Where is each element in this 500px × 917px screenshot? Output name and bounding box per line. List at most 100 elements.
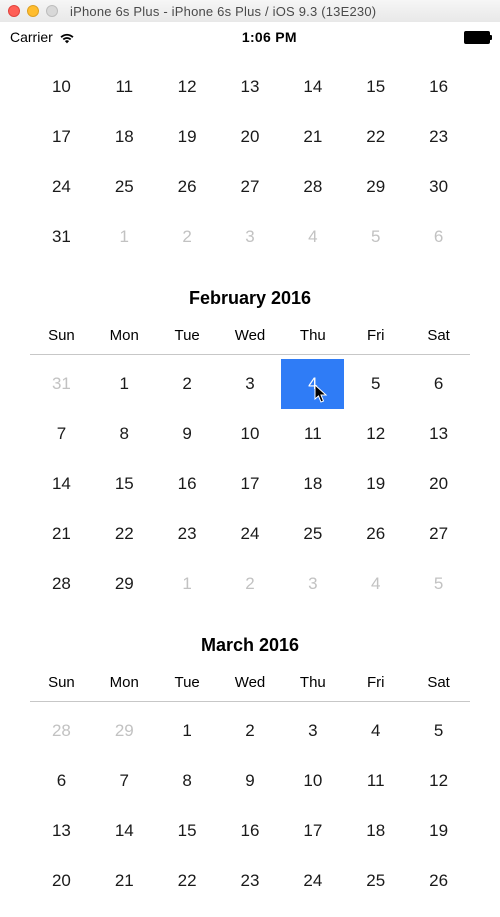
day-cell[interactable]: 8 bbox=[93, 409, 156, 459]
day-cell[interactable]: 30 bbox=[407, 162, 470, 212]
day-cell[interactable]: 17 bbox=[219, 459, 282, 509]
day-cell[interactable]: 23 bbox=[219, 856, 282, 906]
day-cell[interactable]: 14 bbox=[281, 62, 344, 112]
day-cell[interactable]: 2 bbox=[407, 906, 470, 917]
window-zoom-button[interactable] bbox=[46, 5, 58, 17]
day-cell[interactable]: 11 bbox=[344, 756, 407, 806]
day-cell[interactable]: 4 bbox=[344, 559, 407, 609]
day-cell[interactable]: 31 bbox=[30, 359, 93, 409]
day-cell[interactable]: 31 bbox=[281, 906, 344, 917]
day-cell[interactable]: 17 bbox=[30, 112, 93, 162]
day-cell[interactable]: 3 bbox=[219, 212, 282, 262]
day-cell[interactable]: 27 bbox=[219, 162, 282, 212]
day-cell[interactable]: 24 bbox=[30, 162, 93, 212]
day-cell[interactable]: 18 bbox=[344, 806, 407, 856]
window-close-button[interactable] bbox=[8, 5, 20, 17]
day-cell[interactable]: 6 bbox=[30, 756, 93, 806]
day-cell[interactable]: 13 bbox=[407, 409, 470, 459]
day-cell[interactable]: 15 bbox=[344, 62, 407, 112]
day-cell[interactable]: 2 bbox=[219, 559, 282, 609]
day-cell[interactable]: 6 bbox=[407, 359, 470, 409]
day-cell[interactable]: 12 bbox=[156, 62, 219, 112]
day-cell[interactable]: 17 bbox=[281, 806, 344, 856]
day-cell[interactable]: 30 bbox=[219, 906, 282, 917]
day-cell[interactable]: 28 bbox=[30, 559, 93, 609]
day-cell[interactable]: 16 bbox=[407, 62, 470, 112]
day-cell[interactable]: 15 bbox=[93, 459, 156, 509]
day-cell[interactable]: 24 bbox=[281, 856, 344, 906]
day-cell[interactable]: 24 bbox=[219, 509, 282, 559]
day-cell[interactable]: 12 bbox=[344, 409, 407, 459]
day-cell[interactable]: 4 bbox=[281, 212, 344, 262]
day-cell[interactable]: 16 bbox=[156, 459, 219, 509]
day-cell[interactable]: 1 bbox=[344, 906, 407, 917]
day-cell[interactable]: 28 bbox=[30, 706, 93, 756]
day-cell[interactable]: 12 bbox=[407, 756, 470, 806]
day-cell[interactable]: 9 bbox=[156, 409, 219, 459]
day-cell[interactable]: 11 bbox=[281, 409, 344, 459]
day-cell[interactable]: 20 bbox=[219, 112, 282, 162]
day-cell[interactable]: 21 bbox=[281, 112, 344, 162]
day-cell[interactable]: 18 bbox=[93, 112, 156, 162]
day-cell[interactable]: 18 bbox=[281, 459, 344, 509]
day-cell[interactable]: 21 bbox=[93, 856, 156, 906]
day-cell[interactable]: 28 bbox=[93, 906, 156, 917]
day-cell[interactable]: 13 bbox=[30, 806, 93, 856]
day-cell[interactable]: 19 bbox=[156, 112, 219, 162]
day-cell[interactable]: 14 bbox=[30, 459, 93, 509]
day-cell[interactable]: 27 bbox=[407, 509, 470, 559]
day-cell[interactable]: 22 bbox=[344, 112, 407, 162]
day-cell[interactable]: 15 bbox=[156, 806, 219, 856]
window-minimize-button[interactable] bbox=[27, 5, 39, 17]
day-cell[interactable]: 29 bbox=[344, 162, 407, 212]
day-cell[interactable]: 29 bbox=[93, 706, 156, 756]
day-cell[interactable]: 10 bbox=[281, 756, 344, 806]
day-cell[interactable]: 4 bbox=[344, 706, 407, 756]
day-cell[interactable]: 19 bbox=[344, 459, 407, 509]
day-cell[interactable]: 8 bbox=[156, 756, 219, 806]
day-cell[interactable]: 7 bbox=[30, 409, 93, 459]
day-cell[interactable]: 5 bbox=[344, 359, 407, 409]
day-cell[interactable]: 14 bbox=[93, 806, 156, 856]
day-cell[interactable]: 5 bbox=[407, 706, 470, 756]
day-cell[interactable]: 23 bbox=[407, 112, 470, 162]
day-cell[interactable]: 31 bbox=[30, 212, 93, 262]
day-cell[interactable]: 23 bbox=[156, 509, 219, 559]
day-cell[interactable]: 26 bbox=[344, 509, 407, 559]
calendar-scroll-view[interactable]: 1011121314151617181920212223242526272829… bbox=[0, 52, 500, 917]
day-cell[interactable]: 13 bbox=[219, 62, 282, 112]
day-cell[interactable]: 25 bbox=[93, 162, 156, 212]
day-cell[interactable]: 1 bbox=[156, 706, 219, 756]
day-cell[interactable]: 1 bbox=[156, 559, 219, 609]
day-cell[interactable]: 9 bbox=[219, 756, 282, 806]
day-cell[interactable]: 29 bbox=[93, 559, 156, 609]
day-cell[interactable]: 2 bbox=[156, 359, 219, 409]
day-cell[interactable]: 25 bbox=[344, 856, 407, 906]
day-cell[interactable]: 20 bbox=[30, 856, 93, 906]
day-cell[interactable]: 3 bbox=[219, 359, 282, 409]
day-cell[interactable]: 25 bbox=[281, 509, 344, 559]
day-cell[interactable]: 11 bbox=[93, 62, 156, 112]
day-cell[interactable]: 5 bbox=[344, 212, 407, 262]
day-cell[interactable]: 4 bbox=[281, 359, 344, 409]
day-cell[interactable]: 7 bbox=[93, 756, 156, 806]
day-cell[interactable]: 29 bbox=[156, 906, 219, 917]
day-cell[interactable]: 20 bbox=[407, 459, 470, 509]
day-cell[interactable]: 10 bbox=[30, 62, 93, 112]
day-cell[interactable]: 16 bbox=[219, 806, 282, 856]
day-cell[interactable]: 2 bbox=[219, 706, 282, 756]
day-cell[interactable]: 22 bbox=[156, 856, 219, 906]
day-cell[interactable]: 1 bbox=[93, 212, 156, 262]
day-cell[interactable]: 5 bbox=[407, 559, 470, 609]
day-cell[interactable]: 26 bbox=[407, 856, 470, 906]
day-cell[interactable]: 27 bbox=[30, 906, 93, 917]
day-cell[interactable]: 26 bbox=[156, 162, 219, 212]
day-cell[interactable]: 10 bbox=[219, 409, 282, 459]
day-cell[interactable]: 3 bbox=[281, 559, 344, 609]
day-cell[interactable]: 28 bbox=[281, 162, 344, 212]
day-cell[interactable]: 1 bbox=[93, 359, 156, 409]
day-cell[interactable]: 19 bbox=[407, 806, 470, 856]
day-cell[interactable]: 2 bbox=[156, 212, 219, 262]
day-cell[interactable]: 21 bbox=[30, 509, 93, 559]
day-cell[interactable]: 22 bbox=[93, 509, 156, 559]
